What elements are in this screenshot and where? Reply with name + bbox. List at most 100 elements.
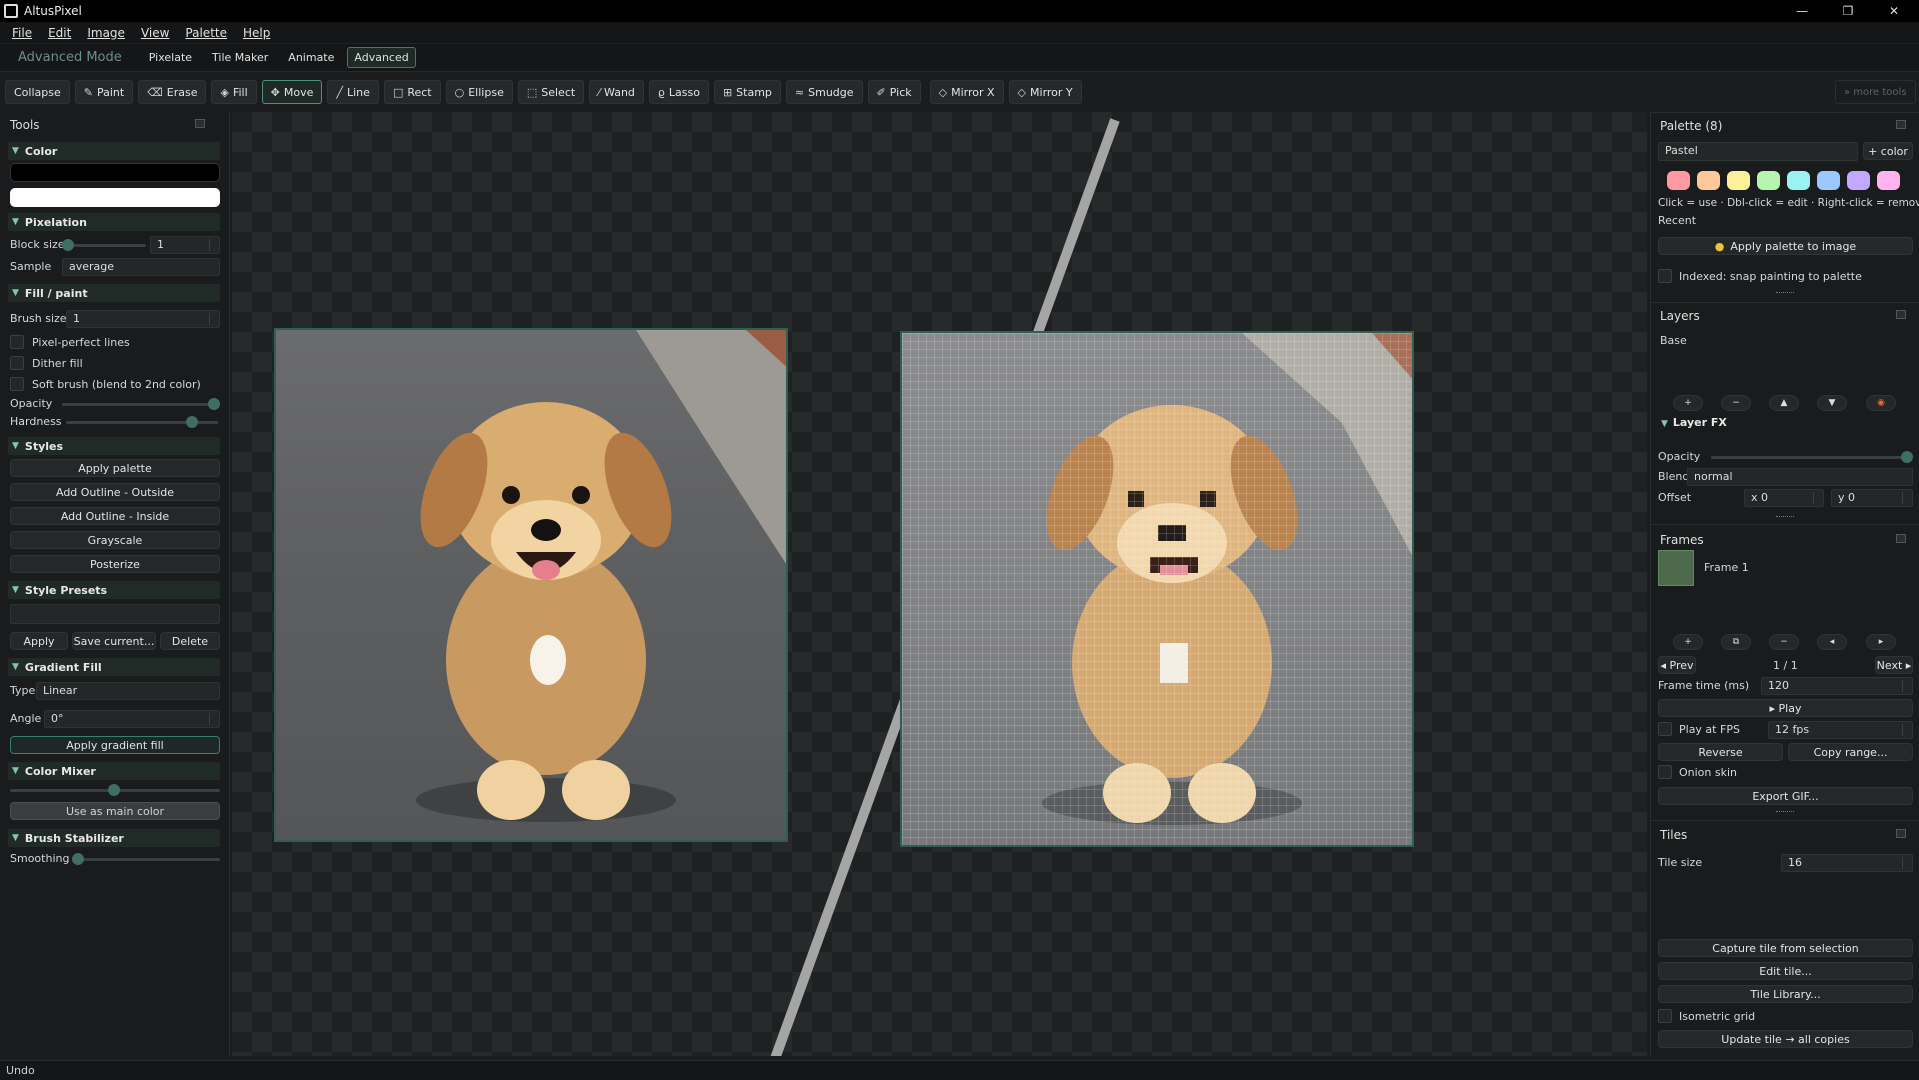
move-frame-left-icon[interactable]: ◂ (1817, 634, 1847, 650)
outline-inside-button[interactable]: Add Outline - Inside (10, 507, 220, 525)
collapse-button[interactable]: Collapse (5, 80, 70, 104)
palette-swatch[interactable] (1757, 171, 1780, 190)
splitter-grip[interactable] (1776, 811, 1794, 813)
block-size-field[interactable]: 1 (150, 236, 220, 254)
palette-swatch[interactable] (1847, 171, 1870, 190)
onion-skin-checkbox[interactable] (1658, 765, 1672, 779)
panel-float-icon[interactable] (1896, 829, 1906, 838)
menu-view[interactable]: View (133, 26, 177, 40)
palette-swatch[interactable] (1787, 171, 1810, 190)
capture-tile-button[interactable]: Capture tile from selection (1658, 939, 1913, 957)
blend-select[interactable]: normal (1687, 468, 1913, 486)
prev-frame-button[interactable]: ◂ Prev (1658, 656, 1696, 674)
move-layer-down-icon[interactable]: ▼ (1817, 395, 1847, 411)
tile-library-button[interactable]: Tile Library... (1658, 985, 1913, 1003)
indexed-checkbox[interactable] (1658, 269, 1672, 283)
palette-swatch[interactable] (1877, 171, 1900, 190)
play-fps-checkbox[interactable] (1658, 722, 1672, 736)
slider-knob[interactable] (108, 784, 120, 796)
palette-swatch[interactable] (1697, 171, 1720, 190)
pixelated-image[interactable] (900, 331, 1414, 847)
tool-mirror-y-button[interactable]: ◇ Mirror Y (1008, 80, 1082, 104)
section-styles[interactable]: ▼ Styles (8, 437, 220, 455)
menu-file[interactable]: File (4, 26, 40, 40)
splitter-grip[interactable] (1776, 516, 1794, 518)
section-style-presets[interactable]: ▼ Style Presets (8, 581, 220, 599)
fps-field[interactable]: 12 fps (1768, 721, 1913, 739)
move-frame-right-icon[interactable]: ▸ (1866, 634, 1896, 650)
remove-frame-icon[interactable]: − (1769, 634, 1799, 650)
spinner-icon[interactable] (1902, 680, 1910, 692)
tab-tile-maker[interactable]: Tile Maker (205, 47, 275, 68)
export-gif-button[interactable]: Export GIF... (1658, 787, 1913, 805)
tool-wand-button[interactable]: ⁄ Wand (589, 80, 644, 104)
offset-y-field[interactable]: y 0 (1831, 489, 1913, 507)
apply-palette-image-button[interactable]: ● Apply palette to image (1658, 237, 1913, 255)
original-image[interactable] (274, 328, 788, 842)
tool-stamp-button[interactable]: ⊞ Stamp (713, 80, 781, 104)
panel-float-icon[interactable] (1896, 120, 1906, 129)
primary-color-swatch[interactable] (10, 163, 220, 182)
move-layer-up-icon[interactable]: ▲ (1769, 395, 1799, 411)
menu-image[interactable]: Image (79, 26, 133, 40)
menu-palette[interactable]: Palette (177, 26, 235, 40)
tool-line-button[interactable]: ╱ Line (327, 80, 379, 104)
offset-x-field[interactable]: x 0 (1744, 489, 1824, 507)
block-size-slider[interactable] (62, 239, 146, 251)
apply-palette-button[interactable]: Apply palette (10, 459, 220, 477)
spinner-icon[interactable] (209, 239, 217, 251)
use-main-color-button[interactable]: Use as main color (10, 802, 220, 820)
tool-paint-button[interactable]: ✎ Paint (74, 80, 134, 104)
frame-time-field[interactable]: 120 (1761, 677, 1913, 695)
tool-smudge-button[interactable]: ≈ Smudge (785, 80, 863, 104)
add-frame-icon[interactable]: + (1673, 634, 1703, 650)
section-fill-paint[interactable]: ▼ Fill / paint (8, 284, 220, 302)
tab-advanced[interactable]: Advanced (347, 47, 416, 68)
smoothing-slider[interactable] (72, 853, 220, 865)
section-color[interactable]: ▼ Color (8, 142, 220, 160)
palette-swatch[interactable] (1667, 171, 1690, 190)
add-color-button[interactable]: + color (1863, 142, 1913, 160)
gradient-type-select[interactable]: Linear (36, 682, 220, 700)
panel-float-icon[interactable] (1896, 310, 1906, 319)
spinner-icon[interactable] (1902, 857, 1910, 869)
spinner-icon[interactable] (209, 313, 217, 325)
tab-animate[interactable]: Animate (281, 47, 341, 68)
secondary-color-swatch[interactable] (10, 188, 220, 207)
section-color-mixer[interactable]: ▼ Color Mixer (8, 762, 220, 780)
opacity-slider[interactable] (62, 398, 220, 410)
section-brush-stabilizer[interactable]: ▼ Brush Stabilizer (8, 829, 220, 847)
slider-knob[interactable] (72, 853, 84, 865)
spinner-icon[interactable] (1902, 492, 1910, 504)
tool-pick-button[interactable]: ✐ Pick (867, 80, 921, 104)
duplicate-frame-icon[interactable]: ⧉ (1721, 634, 1751, 650)
edit-tile-button[interactable]: Edit tile... (1658, 962, 1913, 980)
sample-select[interactable]: average (62, 258, 220, 276)
posterize-button[interactable]: Posterize (10, 555, 220, 573)
layer-item-base[interactable]: Base (1660, 334, 1687, 347)
spinner-icon[interactable] (209, 713, 217, 725)
spinner-icon[interactable] (1813, 492, 1821, 504)
color-mix-slider[interactable] (10, 784, 220, 796)
canvas-area[interactable] (232, 112, 1647, 1056)
slider-knob[interactable] (208, 398, 220, 410)
play-button[interactable]: ▸ Play (1658, 699, 1913, 717)
remove-layer-icon[interactable]: − (1721, 395, 1751, 411)
tool-rect-button[interactable]: □ Rect (383, 80, 441, 104)
dither-checkbox[interactable] (10, 356, 24, 370)
tab-pixelate[interactable]: Pixelate (142, 47, 199, 68)
panel-float-icon[interactable] (1896, 534, 1906, 543)
preset-select[interactable] (10, 604, 220, 624)
tool-select-button[interactable]: ⬚ Select (517, 80, 585, 104)
restore-button[interactable]: ❐ (1825, 0, 1871, 22)
gradient-angle-field[interactable]: 0° (44, 710, 220, 728)
slider-knob[interactable] (1901, 451, 1913, 463)
soft-brush-checkbox[interactable] (10, 377, 24, 391)
palette-swatch[interactable] (1817, 171, 1840, 190)
palette-select[interactable]: Pastel (1658, 142, 1858, 161)
tile-size-field[interactable]: 16 (1781, 854, 1913, 872)
frame-item-1[interactable]: Frame 1 (1704, 561, 1749, 574)
tool-lasso-button[interactable]: ϱ Lasso (648, 80, 709, 104)
menu-edit[interactable]: Edit (40, 26, 79, 40)
splitter-grip[interactable] (1776, 292, 1794, 294)
